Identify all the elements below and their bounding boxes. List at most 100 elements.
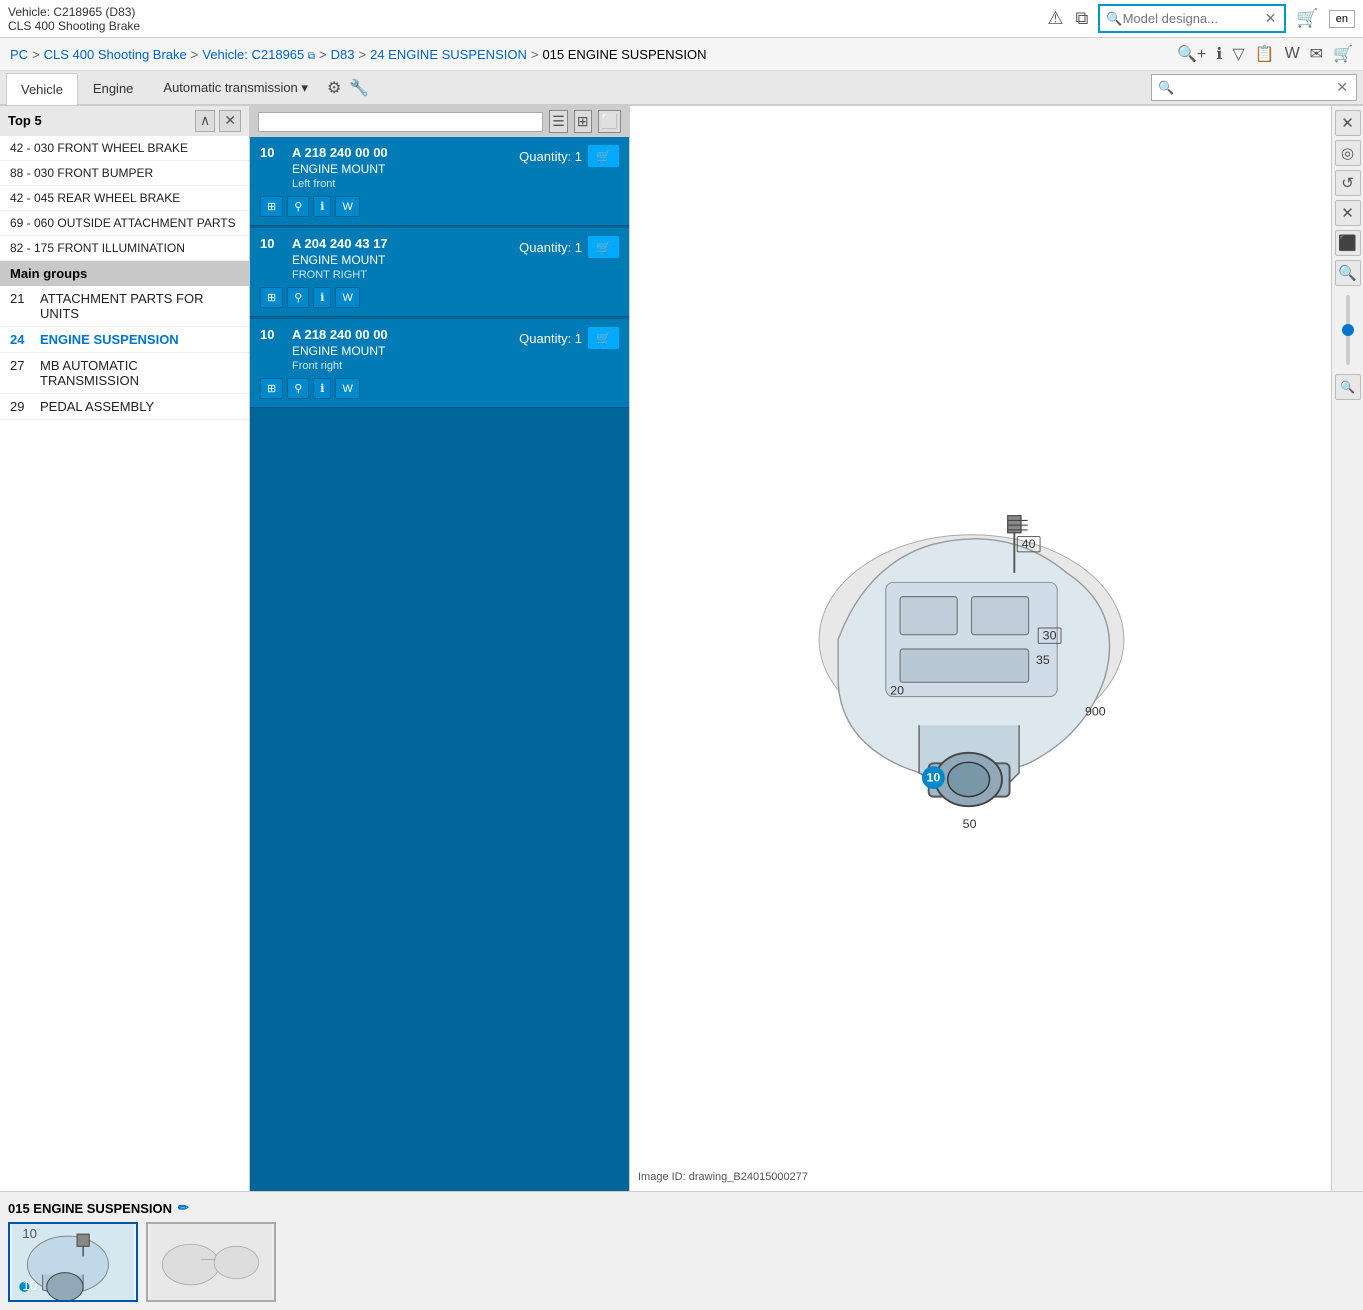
list-item[interactable]: 88 - 030 FRONT BUMPER (0, 161, 249, 186)
part-pos-3: 10 (260, 327, 284, 342)
list-item[interactable]: 69 - 060 OUTSIDE ATTACHMENT PARTS (0, 211, 249, 236)
slider-thumb[interactable] (1342, 324, 1354, 336)
breadcrumb-pc[interactable]: PC (10, 47, 28, 62)
parts-search-input[interactable] (258, 112, 543, 132)
warning-icon[interactable]: ⚠ (1045, 6, 1065, 31)
doc-btn[interactable]: 📋 (1255, 44, 1275, 64)
part-info-btn-2[interactable]: ℹ (313, 287, 331, 308)
settings-icon[interactable]: ⚙ (323, 74, 345, 102)
part-item-2: 10 A 204 240 43 17 ENGINE MOUNT FRONT RI… (250, 228, 629, 317)
cart-breadcrumb-btn[interactable]: 🛒 (1333, 44, 1353, 64)
model-search[interactable]: 🔍 ✕ (1098, 4, 1286, 33)
svg-text:35: 35 (1036, 653, 1050, 667)
info-btn[interactable]: ℹ (1216, 44, 1222, 64)
wis-btn[interactable]: W (1285, 45, 1300, 63)
parts-list: 10 A 218 240 00 00 ENGINE MOUNT Left fro… (250, 137, 629, 1191)
tab-vehicle[interactable]: Vehicle (6, 73, 78, 105)
part-info-btn-1[interactable]: ℹ (313, 196, 331, 217)
top5-collapse-btn[interactable]: ∧ (195, 110, 215, 132)
zoom-out-btn[interactable]: 🔍 (1335, 374, 1361, 400)
copy-icon[interactable]: ⧉ (1074, 6, 1091, 31)
parts-header: ☰ ⊞ ⬜ (250, 106, 629, 137)
sidebar: Top 5 ∧ ✕ 42 - 030 FRONT WHEEL BRAKE 88 … (0, 106, 250, 1191)
part-link-btn-1[interactable]: ⚲ (287, 196, 309, 217)
part-sub-1: Left front (292, 178, 519, 190)
thumbnail-1[interactable]: 10 10 (8, 1222, 138, 1302)
sidebar-item-21[interactable]: 21 ATTACHMENT PARTS FOR UNITS (0, 286, 249, 327)
part-link-btn-2[interactable]: ⚲ (287, 287, 309, 308)
add-to-cart-btn-2[interactable]: 🛒 (588, 236, 619, 258)
cart-icon[interactable]: 🛒 (1294, 6, 1320, 30)
close-view-btn[interactable]: ✕ (1335, 110, 1361, 136)
part-grid-btn-3[interactable]: ⊞ (260, 378, 283, 399)
mail-btn[interactable]: ✉ (1310, 44, 1323, 64)
reset-btn[interactable]: ↺ (1335, 170, 1361, 196)
vehicle-id: Vehicle: C218965 (D83) (8, 5, 140, 19)
tab-search-input[interactable] (1174, 81, 1334, 95)
sidebar-item-29[interactable]: 29 PEDAL ASSEMBLY (0, 394, 249, 420)
diagram-area[interactable]: 40 30 35 20 10 900 50 (630, 106, 1331, 1191)
part-info-btn-3[interactable]: ℹ (313, 378, 331, 399)
thumbnails-row: 10 10 (8, 1222, 276, 1302)
tabs-bar: Vehicle Engine Automatic transmission ▾ … (0, 71, 1363, 106)
parts-expand-btn[interactable]: ⬜ (598, 110, 621, 133)
screenshot-btn[interactable]: ⬛ (1335, 230, 1361, 256)
list-item[interactable]: 42 - 045 REAR WHEEL BRAKE (0, 186, 249, 211)
zoom-slider[interactable] (1346, 290, 1350, 370)
breadcrumb-d83[interactable]: D83 (331, 47, 355, 62)
part-link-btn-3[interactable]: ⚲ (287, 378, 309, 399)
part-number-2: A 204 240 43 17 (292, 236, 519, 251)
search-input[interactable] (1123, 11, 1263, 26)
top5-close-btn[interactable]: ✕ (219, 110, 241, 132)
part-qty-1: Quantity: 1 🛒 (519, 145, 619, 167)
lang-selector[interactable]: en (1329, 10, 1355, 28)
part-item-3: 10 A 218 240 00 00 ENGINE MOUNT Front ri… (250, 319, 629, 408)
part-actions-1: ⊞ ⚲ ℹ W (260, 196, 619, 217)
diagram-panel: 40 30 35 20 10 900 50 (630, 106, 1331, 1191)
parts-list-view-btn[interactable]: ☰ (549, 110, 568, 133)
zoom-breadcrumb-btn[interactable]: 🔍+ (1177, 44, 1206, 64)
part-doc-btn-2[interactable]: W (335, 287, 359, 308)
edit-icon[interactable]: ✏ (178, 1200, 189, 1216)
thumbnail-2[interactable] (146, 1222, 276, 1302)
part-name-3: ENGINE MOUNT (292, 344, 519, 358)
add-to-cart-btn-3[interactable]: 🛒 (588, 327, 619, 349)
search-clear-btn[interactable]: ✕ (1263, 8, 1279, 29)
part-sub-2: FRONT RIGHT (292, 269, 519, 281)
breadcrumb-vehicle[interactable]: Vehicle: C218965 ⧉ (202, 47, 315, 62)
list-item[interactable]: 82 - 175 FRONT ILLUMINATION (0, 236, 249, 261)
tab-search-clear[interactable]: ✕ (1334, 77, 1350, 98)
parts-grid-view-btn[interactable]: ⊞ (574, 110, 592, 133)
model-name: CLS 400 Shooting Brake (8, 19, 140, 33)
list-item[interactable]: 42 - 030 FRONT WHEEL BRAKE (0, 136, 249, 161)
breadcrumb-cls400[interactable]: CLS 400 Shooting Brake (44, 47, 187, 62)
part-number-3: A 218 240 00 00 (292, 327, 519, 342)
sidebar-item-27[interactable]: 27 MB AUTOMATIC TRANSMISSION (0, 353, 249, 394)
sidebar-item-24[interactable]: 24 ENGINE SUSPENSION (0, 327, 249, 353)
breadcrumb: PC > CLS 400 Shooting Brake > Vehicle: C… (0, 38, 1363, 71)
tab-engine[interactable]: Engine (78, 72, 148, 104)
svg-text:10: 10 (22, 1278, 37, 1293)
part-doc-btn-1[interactable]: W (335, 196, 359, 217)
zoom-in-btn[interactable]: 🔍 (1335, 260, 1361, 286)
breadcrumb-015-engine: 015 ENGINE SUSPENSION (542, 47, 706, 62)
tab-automatic-transmission[interactable]: Automatic transmission ▾ (148, 71, 323, 104)
svg-text:10: 10 (22, 1226, 37, 1241)
target-btn[interactable]: ◎ (1335, 140, 1361, 166)
tools-icon[interactable]: 🔧 (345, 74, 373, 102)
part-grid-btn-2[interactable]: ⊞ (260, 287, 283, 308)
header: Vehicle: C218965 (D83) CLS 400 Shooting … (0, 0, 1363, 38)
top5-label: Top 5 (8, 113, 42, 128)
breadcrumb-24-engine[interactable]: 24 ENGINE SUSPENSION (370, 47, 527, 62)
svg-text:50: 50 (962, 817, 976, 831)
part-qty-2: Quantity: 1 🛒 (519, 236, 619, 258)
part-pos-2: 10 (260, 236, 284, 251)
clear-btn[interactable]: ✕ (1335, 200, 1361, 226)
main-groups-label: Main groups (0, 261, 249, 286)
filter-btn[interactable]: ▽ (1232, 44, 1244, 64)
part-grid-btn-1[interactable]: ⊞ (260, 196, 283, 217)
part-doc-btn-3[interactable]: W (335, 378, 359, 399)
svg-text:40: 40 (1021, 537, 1035, 551)
add-to-cart-btn-1[interactable]: 🛒 (588, 145, 619, 167)
tab-search[interactable]: 🔍 ✕ (1151, 74, 1357, 101)
